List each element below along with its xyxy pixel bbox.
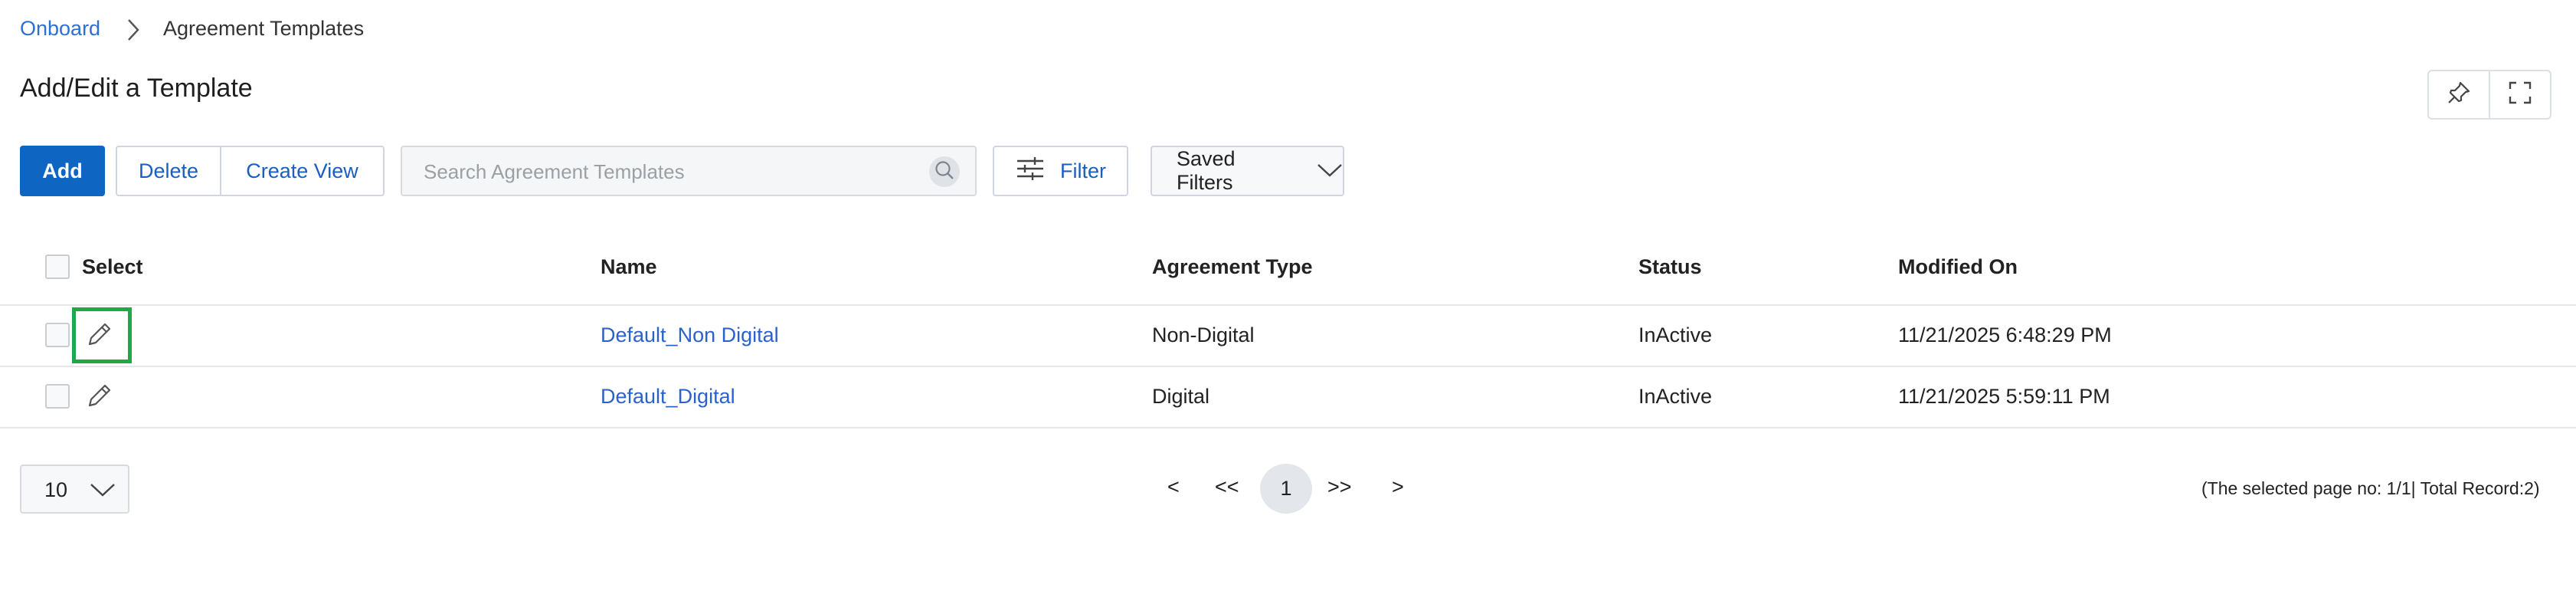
page-summary: (The selected page no: 1/1| Total Record… (2201, 478, 2540, 498)
edit-button[interactable] (86, 383, 113, 411)
fullscreen-button[interactable] (2489, 70, 2551, 120)
page-title: Add/Edit a Template (20, 74, 253, 103)
column-header-modified-on[interactable]: Modified On (1898, 255, 2018, 279)
breadcrumb-current: Agreement Templates (163, 17, 365, 40)
agreement-type-cell: Digital (1152, 385, 1210, 408)
search-input[interactable] (422, 147, 915, 196)
row-divider (0, 427, 2576, 428)
breadcrumb-onboard-link[interactable]: Onboard (20, 17, 100, 41)
pencil-icon (87, 383, 113, 412)
page-size-select[interactable]: 10 (20, 465, 129, 514)
saved-filters-dropdown[interactable]: Saved Filters (1151, 146, 1344, 196)
prev-page-button[interactable]: < (1167, 475, 1180, 499)
fullscreen-icon (2507, 80, 2533, 110)
pin-icon (2446, 80, 2472, 110)
agreement-type-cell: Non-Digital (1152, 323, 1255, 346)
edit-button-highlight (72, 307, 132, 363)
row-divider (0, 304, 2576, 306)
last-page-button[interactable]: >> (1327, 475, 1352, 499)
search-button[interactable] (929, 156, 960, 187)
status-cell: InActive (1638, 385, 1713, 408)
search-box (401, 146, 977, 196)
template-name-link[interactable]: Default_Non Digital (601, 323, 779, 347)
sliders-icon (1016, 156, 1045, 187)
search-icon (934, 159, 955, 185)
column-header-select: Select (82, 255, 143, 278)
pin-button[interactable] (2427, 70, 2490, 120)
add-button[interactable]: Add (20, 146, 105, 196)
chevron-right-icon (123, 17, 144, 43)
modified-on-cell: 11/21/2025 6:48:29 PM (1898, 323, 2112, 346)
next-page-button[interactable]: > (1392, 475, 1404, 499)
create-view-button[interactable]: Create View (221, 147, 383, 195)
first-page-button[interactable]: << (1215, 475, 1239, 499)
current-page-button[interactable]: 1 (1260, 464, 1312, 514)
action-button-group: Delete Create View (116, 146, 385, 196)
column-header-name[interactable]: Name (601, 255, 657, 279)
saved-filters-label: Saved Filters (1177, 147, 1236, 194)
page-size-value: 10 (44, 478, 68, 501)
filter-button[interactable]: Filter (993, 146, 1128, 196)
filter-label: Filter (1060, 159, 1106, 182)
row-checkbox[interactable] (45, 384, 70, 409)
select-all-checkbox[interactable] (45, 254, 70, 279)
chevron-down-icon (90, 477, 116, 507)
chevron-down-icon (1317, 159, 1343, 183)
status-cell: InActive (1638, 323, 1713, 346)
delete-button[interactable]: Delete (117, 147, 221, 195)
template-name-link[interactable]: Default_Digital (601, 385, 735, 409)
modified-on-cell: 11/21/2025 5:59:11 PM (1898, 385, 2110, 408)
column-header-status[interactable]: Status (1638, 255, 1702, 279)
row-checkbox[interactable] (45, 323, 70, 347)
column-header-agreement-type[interactable]: Agreement Type (1152, 255, 1313, 279)
row-divider (0, 366, 2576, 367)
